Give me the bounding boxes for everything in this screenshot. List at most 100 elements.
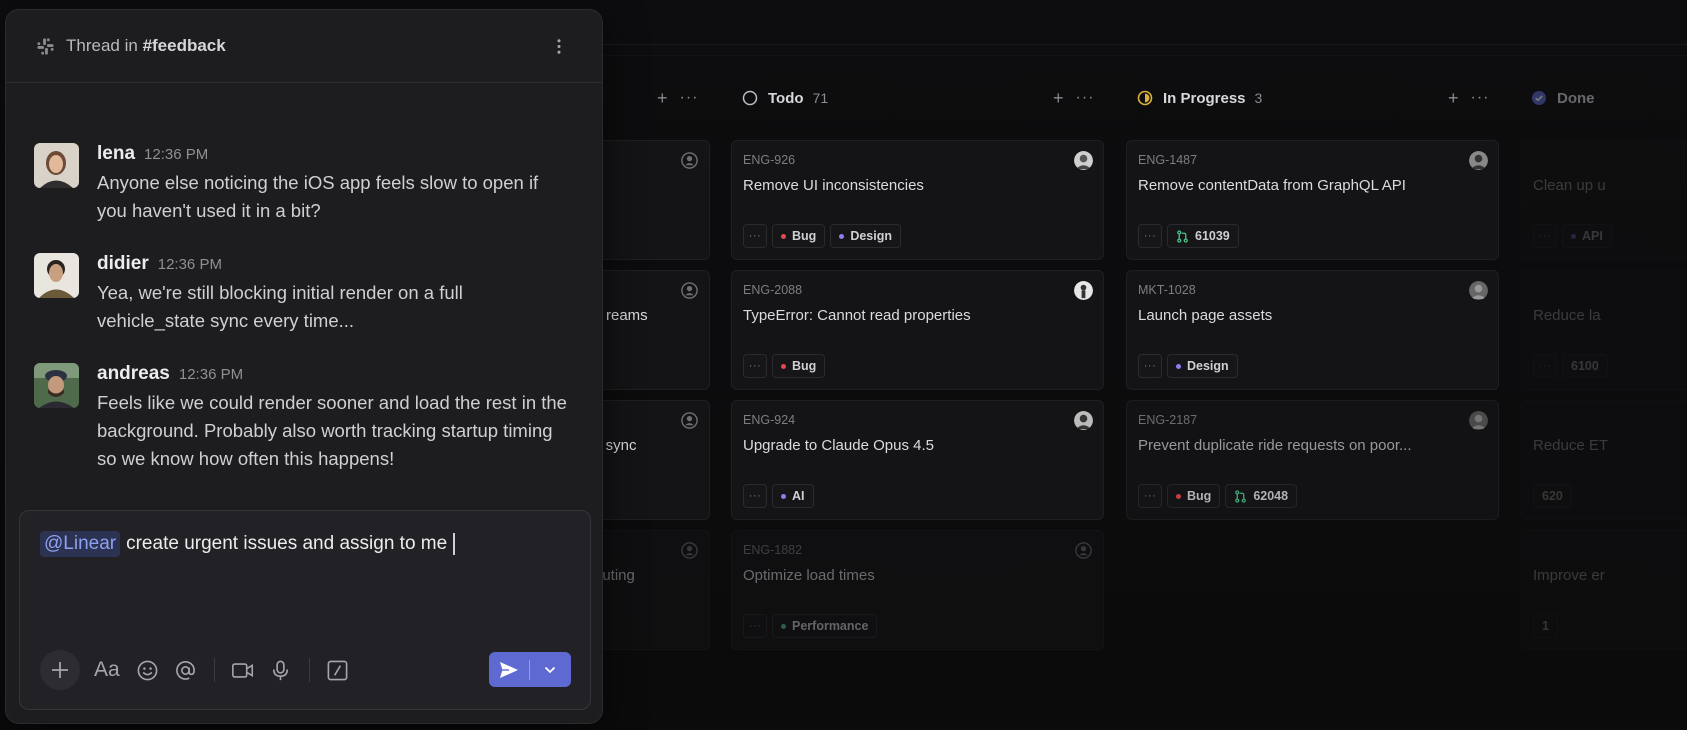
assignee-avatar [1074, 411, 1093, 430]
label-tag[interactable]: Design [830, 224, 901, 248]
plus-icon[interactable] [40, 650, 80, 690]
more-button[interactable]: ··· [1533, 224, 1557, 248]
toolbar-divider [308, 658, 310, 682]
issue-title: Upgrade to Claude Opus 4.5 [743, 437, 934, 454]
issue-card[interactable]: Reduce la ··· 6100 [1521, 270, 1687, 390]
issue-card[interactable]: ENG-1882 Optimize load times ··· Perform… [731, 530, 1104, 650]
issue-card[interactable]: Clean up u ··· API [1521, 140, 1687, 260]
issue-card[interactable]: ENG-2088 TypeError: Cannot read properti… [731, 270, 1104, 390]
message-text: Anyone else noticing the iOS app feels s… [97, 172, 539, 221]
label-dot [781, 363, 786, 369]
pull-request-tag[interactable]: 1 [1533, 614, 1558, 638]
more-button[interactable]: ··· [743, 224, 767, 248]
composer-input[interactable]: @Linear create urgent issues and assign … [40, 531, 455, 557]
board-divider [560, 44, 1687, 45]
pull-request-number: 1 [1542, 619, 1549, 633]
label-text: API [1582, 229, 1603, 243]
avatar[interactable] [34, 143, 79, 188]
slash-command-icon[interactable] [326, 658, 350, 682]
assignee-avatar [1469, 281, 1488, 300]
more-button[interactable]: ··· [1533, 354, 1557, 378]
send-icon[interactable] [489, 652, 529, 687]
label-dot [839, 233, 845, 239]
column-menu-button[interactable]: ··· [1471, 90, 1490, 106]
issue-card[interactable]: ENG-2187 Prevent duplicate ride requests… [1126, 400, 1499, 520]
video-icon[interactable] [231, 658, 255, 682]
avatar[interactable] [34, 363, 79, 408]
mention-chip[interactable]: @Linear [40, 531, 121, 557]
issue-title: Remove contentData from GraphQL API [1138, 177, 1406, 194]
pull-request-number: 61039 [1195, 229, 1230, 243]
message-composer[interactable]: @Linear create urgent issues and assign … [19, 510, 591, 710]
pull-request-tag[interactable]: 61039 [1167, 224, 1239, 248]
timestamp: 12:36 PM [157, 256, 222, 273]
add-issue-button[interactable]: + [1448, 89, 1459, 107]
chevron-down-icon[interactable] [530, 652, 570, 687]
issue-id: ENG-924 [743, 413, 796, 427]
more-button[interactable]: ··· [743, 354, 767, 378]
issue-title: reams [606, 307, 648, 324]
pull-request-tag[interactable]: 620 [1533, 484, 1572, 508]
issue-id: ENG-926 [743, 153, 796, 167]
label-tag[interactable]: API [1562, 224, 1612, 248]
issue-card[interactable]: ENG-926 Remove UI inconsistencies ··· Bu… [731, 140, 1104, 260]
issue-card[interactable]: ENG-1487 Remove contentData from GraphQL… [1126, 140, 1499, 260]
author[interactable]: didier 12:36 PM [97, 253, 222, 275]
label-tag[interactable]: Performance [772, 614, 878, 638]
column-count: 71 [812, 90, 829, 106]
board-divider [560, 55, 1687, 56]
label-dot [781, 233, 786, 239]
column-menu-button[interactable]: ··· [680, 90, 699, 106]
issue-id: MKT-1028 [1138, 283, 1196, 297]
at-icon[interactable] [174, 658, 198, 682]
column-header-in-progress[interactable]: In Progress 3 [1137, 84, 1262, 112]
thread-header: Thread in #feedback [6, 10, 602, 83]
pull-request-tag[interactable]: 6100 [1562, 354, 1608, 378]
issue-tags: ··· Bug Design [743, 224, 901, 248]
more-button[interactable]: ··· [743, 614, 767, 638]
issue-card[interactable]: MKT-1028 Launch page assets ··· Design [1126, 270, 1499, 390]
format-text-button[interactable]: Aa [94, 658, 120, 682]
issue-title: Optimize load times [743, 567, 875, 584]
label-tag[interactable]: Bug [1167, 484, 1221, 508]
column-actions: + ··· [1448, 84, 1490, 112]
unassigned-icon [681, 542, 698, 559]
add-issue-button[interactable]: + [657, 89, 668, 107]
issue-card[interactable]: Improve er 1 [1521, 530, 1687, 650]
assignee-avatar [1074, 151, 1093, 170]
issue-card[interactable]: Reduce ET 620 [1521, 400, 1687, 520]
send-button[interactable] [489, 652, 571, 687]
column-header-done[interactable]: Done [1531, 84, 1595, 112]
label-text: Design [1187, 359, 1229, 373]
more-button[interactable]: ··· [1138, 354, 1162, 378]
issue-tags: ··· API [1533, 224, 1612, 248]
avatar[interactable] [34, 253, 79, 298]
column-title: Todo [768, 89, 804, 107]
column-menu-button[interactable]: ··· [1076, 90, 1095, 106]
unassigned-icon [681, 282, 698, 299]
more-button[interactable]: ··· [743, 484, 767, 508]
author[interactable]: andreas 12:36 PM [97, 363, 243, 385]
emoji-icon[interactable] [136, 658, 160, 682]
label-tag[interactable]: Bug [772, 354, 826, 378]
column-header-todo[interactable]: Todo 71 [742, 84, 828, 112]
more-button[interactable]: ··· [1138, 484, 1162, 508]
issue-card[interactable]: ENG-924 Upgrade to Claude Opus 4.5 ··· A… [731, 400, 1104, 520]
add-issue-button[interactable]: + [1053, 89, 1064, 107]
author[interactable]: lena 12:36 PM [97, 143, 208, 165]
label-tag[interactable]: Design [1167, 354, 1238, 378]
more-button[interactable]: ··· [1138, 224, 1162, 248]
toolbar-divider [213, 658, 215, 682]
label-tag[interactable]: Bug [772, 224, 826, 248]
timestamp: 12:36 PM [144, 146, 209, 163]
mic-icon[interactable] [269, 658, 293, 682]
column-title: Done [1557, 89, 1595, 107]
channel-name[interactable]: #feedback [143, 36, 226, 55]
issue-tags: 1 [1533, 614, 1558, 638]
kebab-icon[interactable] [556, 37, 562, 56]
issue-title: Remove UI inconsistencies [743, 177, 924, 194]
in-progress-status-icon [1137, 90, 1153, 106]
pull-request-tag[interactable]: 62048 [1225, 484, 1298, 508]
label-tag[interactable]: AI [772, 484, 814, 508]
plus-glyph [52, 662, 68, 678]
